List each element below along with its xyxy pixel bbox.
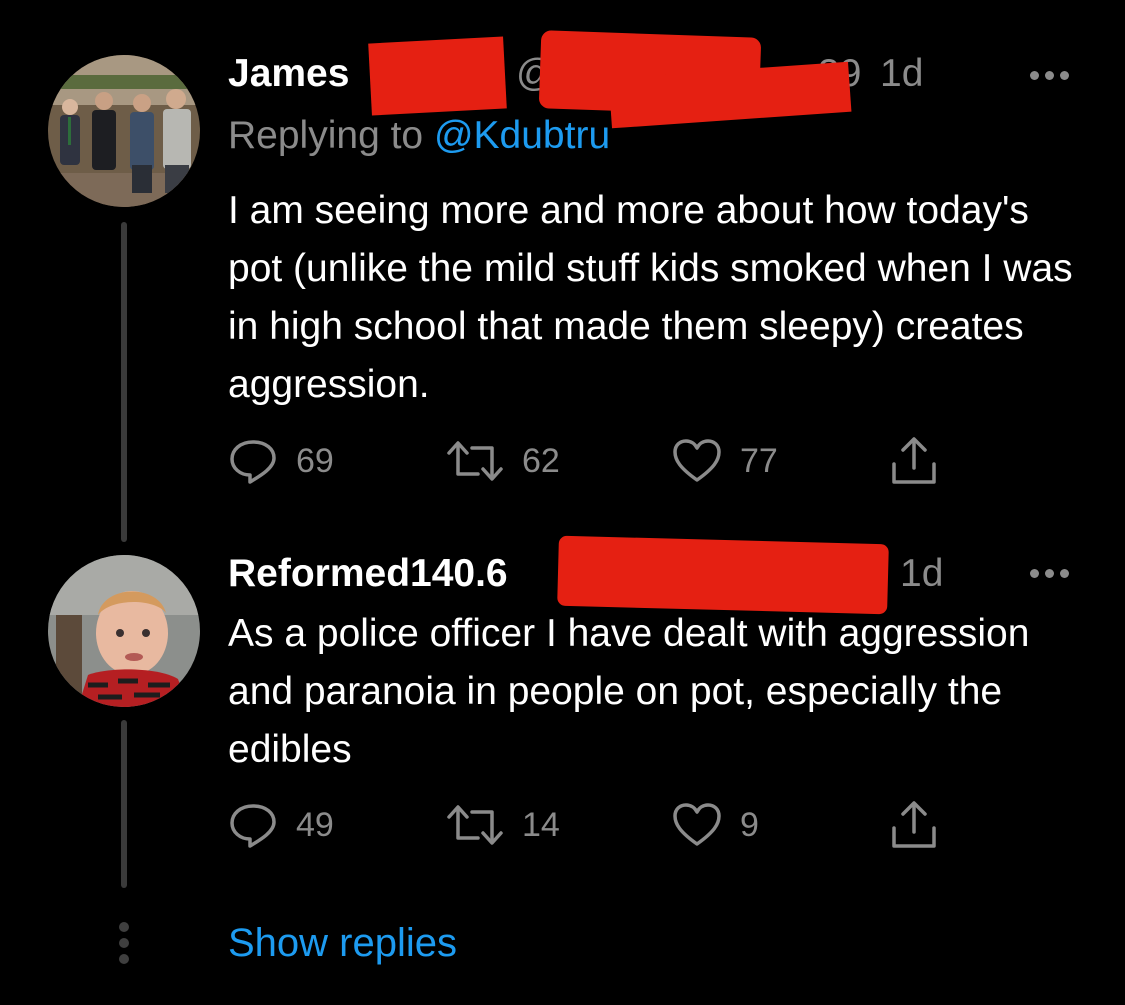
reply-button[interactable]: 49: [228, 800, 334, 850]
tweet-text: I am seeing more and more about how toda…: [228, 189, 1073, 406]
like-count: 77: [740, 441, 778, 480]
display-name[interactable]: James: [228, 52, 349, 96]
retweet-count: 14: [522, 805, 560, 844]
retweet-count: 62: [522, 441, 560, 480]
replying-label: Replying to: [228, 114, 434, 157]
avatar[interactable]: [48, 55, 200, 207]
tweet-actions: 69 62 77: [228, 436, 948, 486]
reply-icon: [230, 440, 276, 484]
retweet-icon: [447, 441, 503, 481]
thread-connector: [121, 222, 127, 542]
mention-link[interactable]: @Kdubtru: [434, 114, 610, 157]
share-icon: [892, 801, 936, 848]
redaction-mark: [557, 535, 889, 615]
retweet-icon: [447, 805, 503, 845]
more-options-icon[interactable]: [1030, 569, 1069, 578]
share-button[interactable]: [888, 436, 940, 486]
heart-icon: [673, 803, 721, 846]
tweet-text: As a police officer I have dealt with ag…: [228, 612, 1030, 771]
timestamp[interactable]: 1d: [880, 50, 923, 98]
share-icon: [892, 437, 936, 484]
avatar[interactable]: [48, 555, 200, 707]
replying-to: Replying to @Kdubtru: [228, 112, 610, 160]
like-button[interactable]: 77: [672, 436, 778, 486]
retweet-button[interactable]: 62: [446, 436, 560, 486]
retweet-button[interactable]: 14: [446, 800, 560, 850]
tweet-header: James: [228, 50, 349, 98]
reply-count: 49: [296, 805, 334, 844]
tweet-actions: 49 14 9: [228, 800, 948, 850]
redaction-mark: [368, 36, 507, 116]
child-photo-avatar-icon: [48, 555, 200, 707]
share-button[interactable]: [888, 800, 940, 850]
group-photo-avatar-icon: [48, 55, 200, 207]
show-replies-link[interactable]: Show replies: [228, 918, 457, 968]
thread-connector: [121, 720, 127, 888]
reply-button[interactable]: 69: [228, 436, 334, 486]
more-options-icon[interactable]: [1030, 71, 1069, 80]
tweet-header: Reformed140.6: [228, 550, 508, 598]
heart-icon: [673, 439, 721, 482]
like-count: 9: [740, 805, 759, 844]
thread-continuation-icon: [119, 922, 129, 964]
like-button[interactable]: 9: [672, 800, 759, 850]
reply-icon: [230, 804, 276, 848]
timestamp[interactable]: 1d: [900, 550, 943, 598]
reply-count: 69: [296, 441, 334, 480]
display-name[interactable]: Reformed140.6: [228, 552, 508, 596]
